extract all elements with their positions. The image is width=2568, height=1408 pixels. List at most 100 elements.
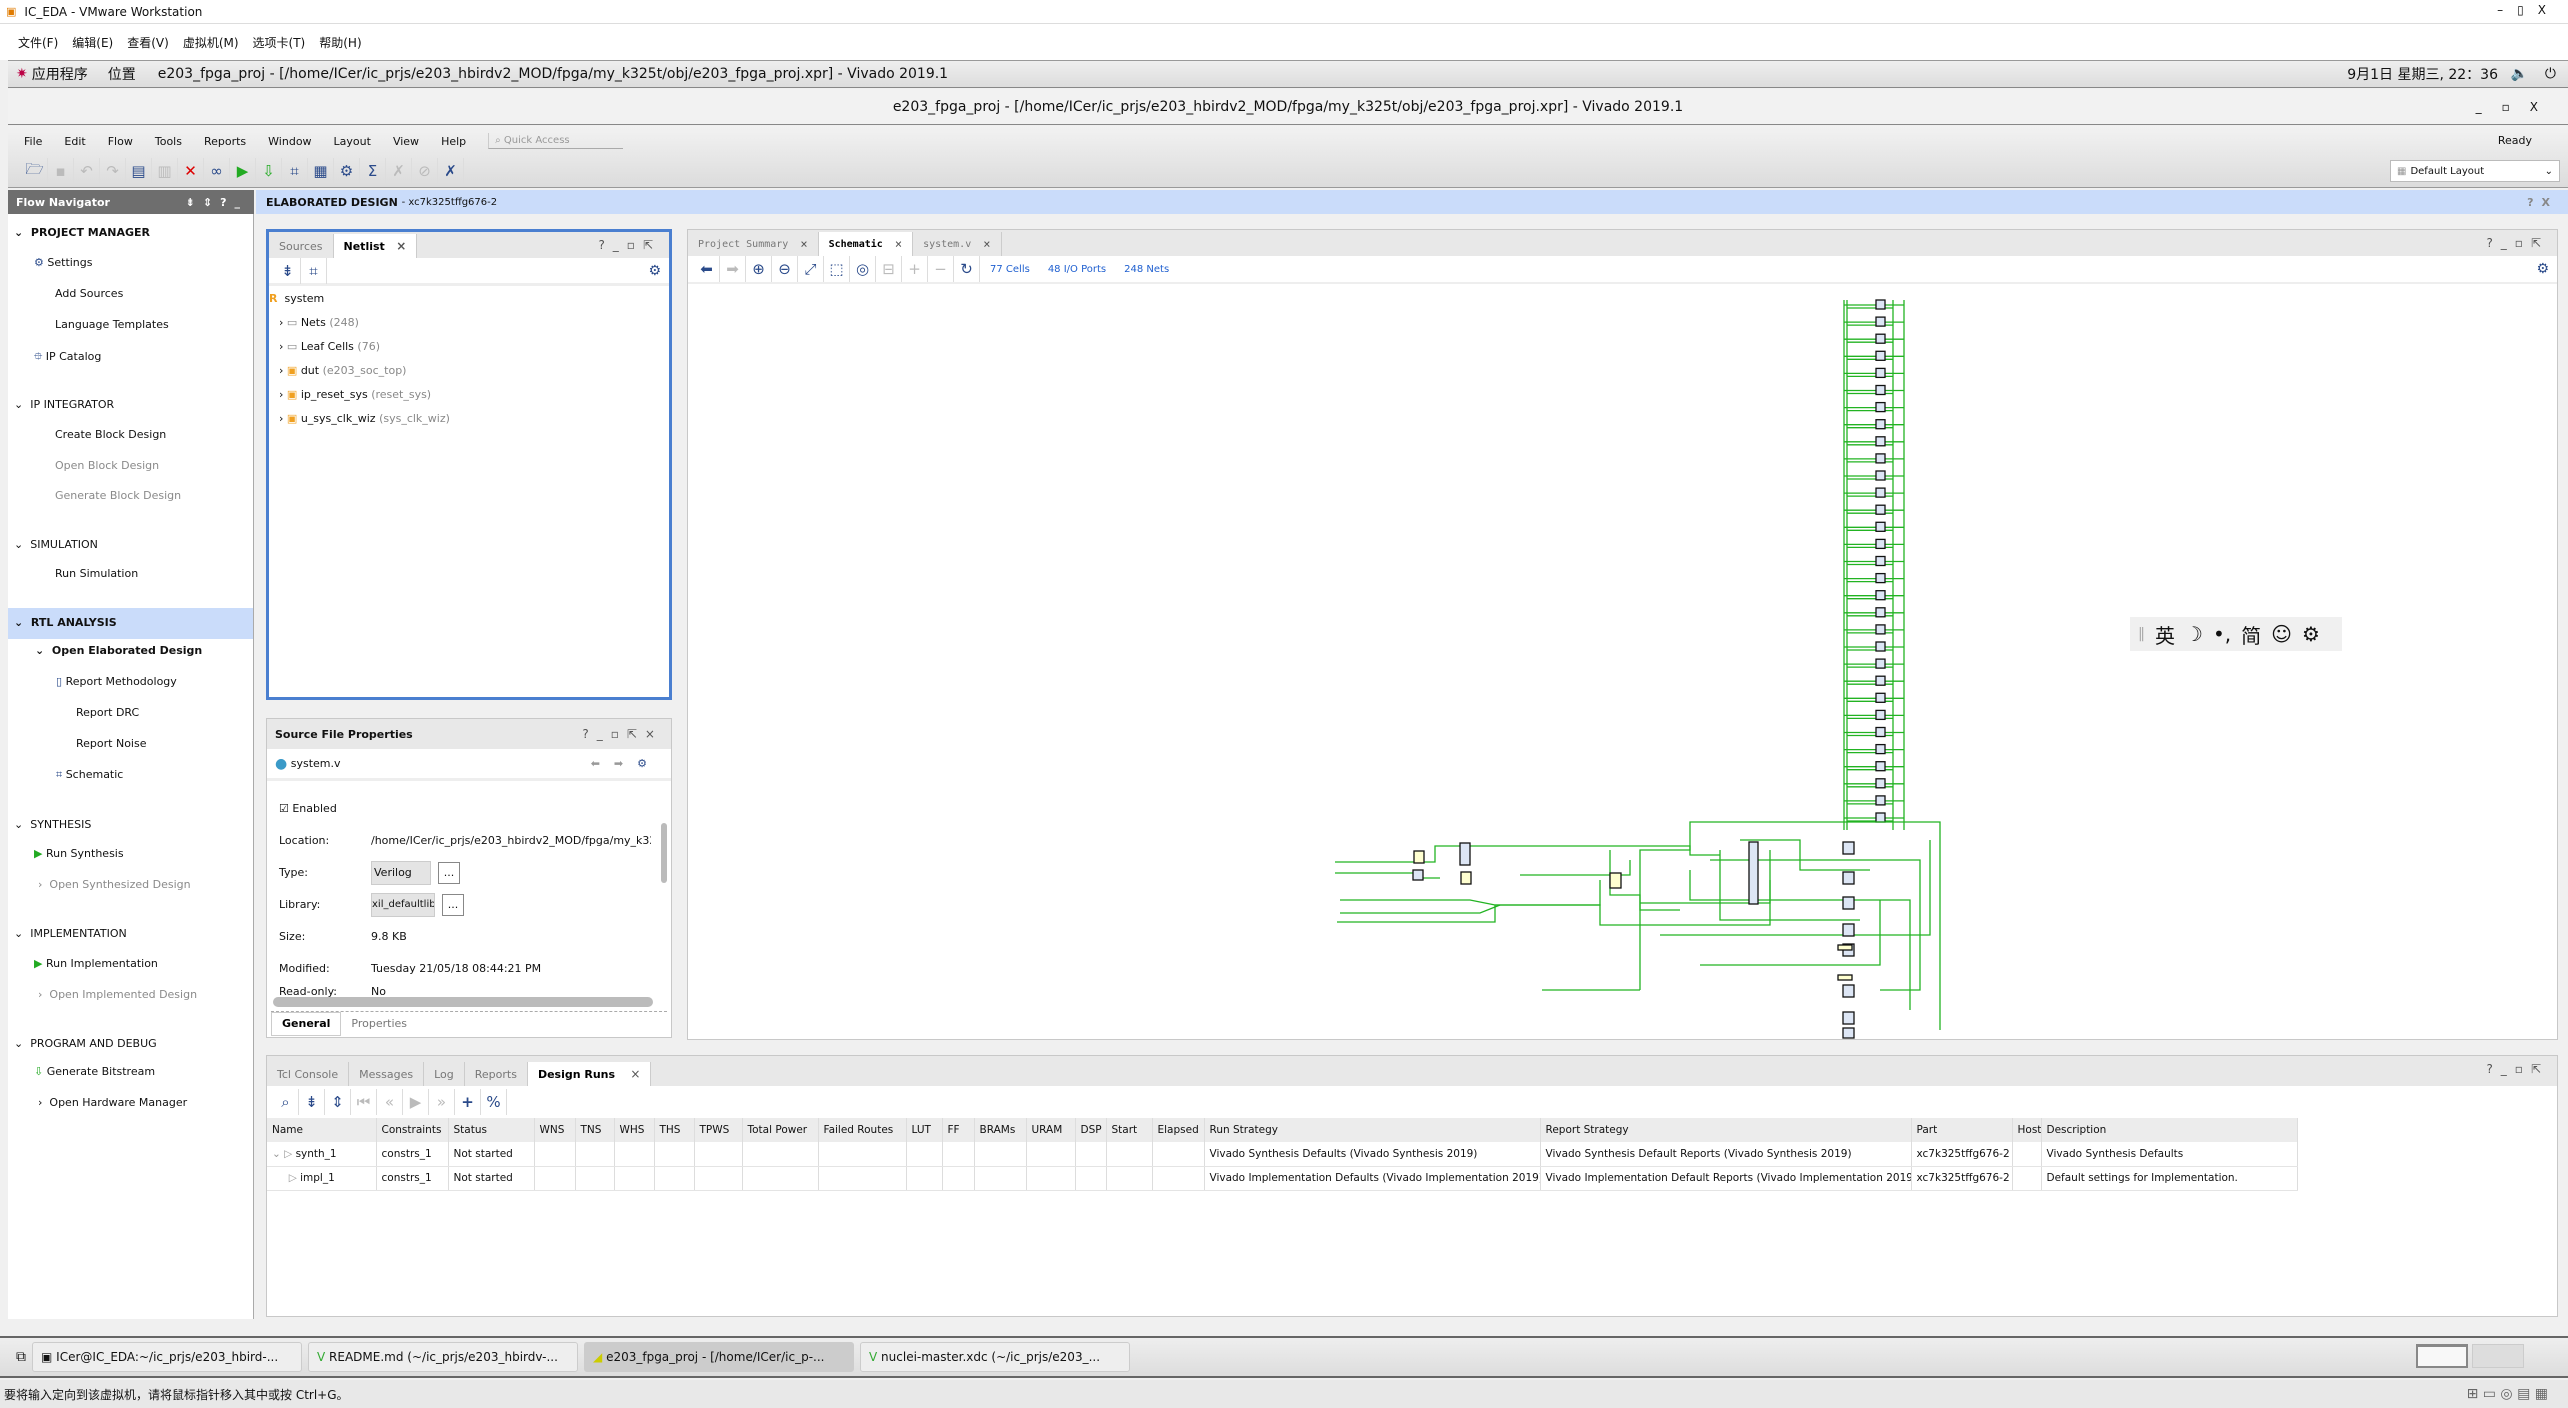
column-header[interactable]: TNS bbox=[575, 1118, 615, 1142]
task-xdc[interactable]: V nuclei-master.xdc (~/ic_prjs/e203_... bbox=[860, 1342, 1130, 1372]
ime-toolbar: ‖ 英 ☽ •, 简 ☺ ⚙ bbox=[2130, 617, 2342, 651]
device-icons[interactable]: ⊞ ▭ ◎ ▤ ▦ bbox=[2467, 1386, 2548, 1402]
ime-handle-icon: ‖ bbox=[2138, 626, 2145, 642]
add-run-icon[interactable]: + bbox=[455, 1089, 481, 1115]
tab-design-runs[interactable]: Design Runs × bbox=[527, 1062, 652, 1086]
panel-controls[interactable]: ?_▫⇱ bbox=[2486, 1062, 2549, 1076]
cell-box bbox=[1875, 419, 1886, 430]
column-header[interactable]: URAM bbox=[1026, 1118, 1076, 1142]
column-header[interactable]: Total Power bbox=[742, 1118, 819, 1142]
terminal-icon: ▣ bbox=[41, 1350, 53, 1364]
launch-icon[interactable]: ▶ bbox=[403, 1089, 429, 1115]
runs-toolbar: ⌕ ⇟ ⇕ ⏮ « ▶ » + % bbox=[267, 1086, 2557, 1118]
tab-tcl-console[interactable]: Tcl Console bbox=[267, 1062, 350, 1086]
net-wire bbox=[1660, 840, 1931, 936]
task-readme[interactable]: V README.md (~/ic_prjs/e203_hbirdv-... bbox=[308, 1342, 578, 1372]
tab-log[interactable]: Log bbox=[424, 1062, 465, 1086]
cell-box bbox=[1748, 841, 1759, 905]
tab-messages[interactable]: Messages bbox=[349, 1062, 425, 1086]
column-header[interactable]: LUT bbox=[906, 1118, 943, 1142]
column-header[interactable]: THS bbox=[654, 1118, 695, 1142]
cell-box bbox=[1412, 869, 1424, 881]
table-cell bbox=[742, 1166, 819, 1191]
ime-settings-icon[interactable]: ⚙ bbox=[2302, 622, 2320, 646]
table-cell bbox=[654, 1142, 695, 1167]
table-row[interactable]: ⌄ ▷ synth_1 constrs_1 Not started Vivado Sy… bbox=[267, 1142, 2298, 1167]
cell-box bbox=[1875, 572, 1886, 584]
cell-box bbox=[1842, 984, 1855, 998]
column-header[interactable]: Failed Routes bbox=[818, 1118, 907, 1142]
net-wire bbox=[1335, 845, 1720, 863]
table-cell bbox=[1026, 1166, 1076, 1191]
cell-box bbox=[1875, 590, 1886, 601]
percent-icon[interactable]: % bbox=[481, 1089, 507, 1115]
ime-punctuation-icon[interactable]: •, bbox=[2213, 622, 2231, 646]
column-header[interactable]: Report Strategy bbox=[1540, 1118, 1912, 1142]
first-icon[interactable]: ⏮ bbox=[351, 1089, 377, 1115]
cell-box bbox=[1842, 896, 1855, 910]
task-terminal[interactable]: ▣ ICer@IC_EDA:~/ic_prjs/e203_hbird-... bbox=[32, 1342, 302, 1372]
table-cell: Default settings for Implementation. bbox=[2041, 1166, 2298, 1191]
ime-simplified[interactable]: 简 bbox=[2241, 620, 2261, 649]
table-cell bbox=[534, 1166, 576, 1191]
table-cell bbox=[694, 1142, 743, 1167]
column-header[interactable]: Description bbox=[2041, 1118, 2298, 1142]
column-header[interactable]: Elapsed bbox=[1152, 1118, 1205, 1142]
collapse-all-icon[interactable]: ⇟ bbox=[299, 1089, 325, 1115]
cell-box bbox=[1875, 384, 1886, 396]
column-header[interactable]: FF bbox=[942, 1118, 975, 1142]
table-cell bbox=[906, 1142, 943, 1167]
previous-icon[interactable]: « bbox=[377, 1089, 403, 1115]
table-cell: Not started bbox=[448, 1142, 535, 1167]
workspace-1[interactable] bbox=[2416, 1344, 2468, 1368]
cell-box bbox=[1842, 871, 1855, 885]
column-header[interactable]: Name bbox=[267, 1118, 377, 1142]
column-header[interactable]: Host bbox=[2012, 1118, 2042, 1142]
table-cell bbox=[818, 1142, 907, 1167]
design-runs-table: Name Constraints Status WNS TNS WHS THS TPWS Tot… bbox=[267, 1118, 2298, 1191]
table-cell bbox=[974, 1142, 1027, 1167]
column-header[interactable]: Part bbox=[1911, 1118, 2013, 1142]
cell-box bbox=[1609, 872, 1622, 889]
task-vivado[interactable]: ◢ e203_fpga_proj - [/home/ICer/ic_p-... bbox=[584, 1342, 854, 1372]
cell-box bbox=[1875, 675, 1886, 686]
net-wire bbox=[1340, 904, 1501, 914]
column-header[interactable]: TPWS bbox=[694, 1118, 743, 1142]
column-header[interactable]: BRAMs bbox=[974, 1118, 1027, 1142]
ime-english[interactable]: 英 bbox=[2155, 620, 2175, 649]
column-header[interactable]: WHS bbox=[614, 1118, 655, 1142]
table-row[interactable]: ▷ impl_1 constrs_1 Not started Vivado Imple… bbox=[267, 1166, 2298, 1191]
ime-halfwidth-icon[interactable]: ☽ bbox=[2185, 622, 2203, 646]
column-header[interactable]: WNS bbox=[534, 1118, 576, 1142]
column-header[interactable]: Start bbox=[1106, 1118, 1153, 1142]
search-icon[interactable]: ⌕ bbox=[273, 1089, 299, 1115]
cell-box bbox=[1875, 726, 1886, 738]
net-wire bbox=[1689, 870, 1911, 1010]
column-header[interactable]: Run Strategy bbox=[1204, 1118, 1541, 1142]
tab-reports[interactable]: Reports bbox=[465, 1062, 528, 1086]
cell-box bbox=[1875, 299, 1886, 310]
cell-box bbox=[1875, 743, 1886, 755]
show-desktop-icon[interactable]: ⧉ bbox=[16, 1349, 26, 1365]
cell-box bbox=[1875, 504, 1886, 515]
ime-emoji-icon[interactable]: ☺ bbox=[2271, 622, 2292, 646]
cell-box bbox=[1875, 709, 1886, 721]
table-cell bbox=[575, 1142, 615, 1167]
cell-box bbox=[1842, 1027, 1855, 1039]
cell-box bbox=[1413, 850, 1425, 864]
cell-box bbox=[1875, 367, 1886, 379]
expand-all-icon[interactable]: ⇕ bbox=[325, 1089, 351, 1115]
cell-box bbox=[1459, 842, 1471, 866]
column-header[interactable]: Status bbox=[448, 1118, 535, 1142]
next-icon[interactable]: » bbox=[429, 1089, 455, 1115]
cell-box bbox=[1842, 1011, 1855, 1025]
table-cell bbox=[818, 1166, 907, 1191]
table-cell bbox=[1026, 1142, 1076, 1167]
workspace-2[interactable] bbox=[2472, 1344, 2524, 1368]
cell-box bbox=[1460, 871, 1472, 885]
cell-box bbox=[1875, 761, 1886, 772]
table-cell bbox=[942, 1166, 975, 1191]
table-cell: Vivado Synthesis Default Reports (Vivado… bbox=[1540, 1142, 1912, 1167]
column-header[interactable]: Constraints bbox=[376, 1118, 449, 1142]
column-header[interactable]: DSP bbox=[1075, 1118, 1107, 1142]
